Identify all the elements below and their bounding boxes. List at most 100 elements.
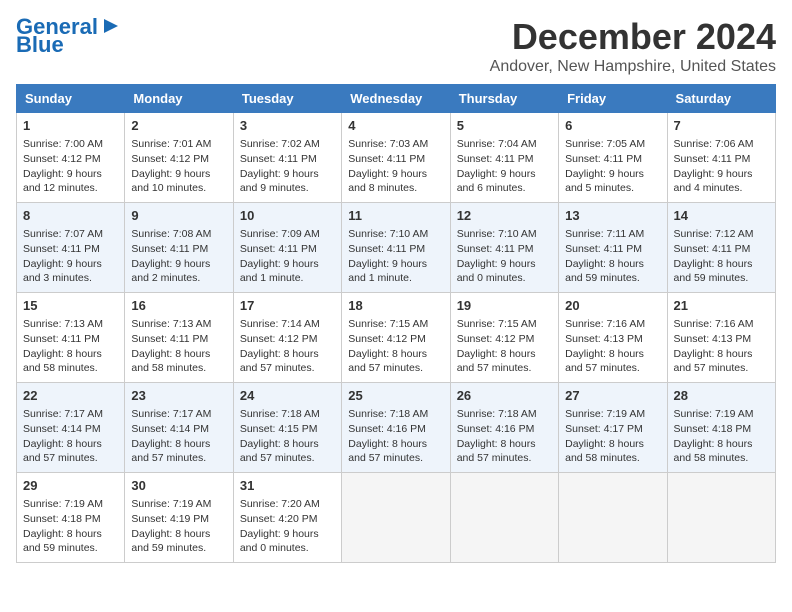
cell-content: Sunrise: 7:17 AM Sunset: 4:14 PM Dayligh… [23,407,118,466]
week-row-1: 1 Sunrise: 7:00 AM Sunset: 4:12 PM Daylig… [17,113,776,203]
calendar-cell: 6 Sunrise: 7:05 AM Sunset: 4:11 PM Daylig… [559,113,667,203]
cell-content: Sunrise: 7:05 AM Sunset: 4:11 PM Dayligh… [565,137,660,196]
calendar-cell: 9Sunrise: 7:08 AM Sunset: 4:11 PM Daylig… [125,203,233,293]
cell-content: Sunrise: 7:13 AM Sunset: 4:11 PM Dayligh… [23,317,118,376]
calendar-cell: 4 Sunrise: 7:03 AM Sunset: 4:11 PM Daylig… [342,113,450,203]
day-number: 25 [348,387,443,405]
day-number: 14 [674,207,769,225]
cell-content: Sunrise: 7:00 AM Sunset: 4:12 PM Dayligh… [23,137,118,196]
day-number: 9 [131,207,226,225]
cell-content: Sunrise: 7:19 AM Sunset: 4:18 PM Dayligh… [674,407,769,466]
header: General Blue December 2024 Andover, New … [16,16,776,76]
month-title: December 2024 [490,16,776,58]
day-number: 26 [457,387,552,405]
calendar-cell: 11 Sunrise: 7:10 AM Sunset: 4:11 PM Dayli… [342,203,450,293]
day-number: 13 [565,207,660,225]
day-number: 20 [565,297,660,315]
calendar-cell: 17 Sunrise: 7:14 AM Sunset: 4:12 PM Dayli… [233,293,341,383]
cell-content: Sunrise: 7:18 AM Sunset: 4:16 PM Dayligh… [457,407,552,466]
calendar-cell: 1 Sunrise: 7:00 AM Sunset: 4:12 PM Daylig… [17,113,125,203]
cell-content: Sunrise: 7:03 AM Sunset: 4:11 PM Dayligh… [348,137,443,196]
day-number: 18 [348,297,443,315]
day-number: 12 [457,207,552,225]
calendar-cell: 5 Sunrise: 7:04 AM Sunset: 4:11 PM Daylig… [450,113,558,203]
day-number: 4 [348,117,443,135]
calendar-cell: 24 Sunrise: 7:18 AM Sunset: 4:15 PM Dayli… [233,383,341,473]
calendar-cell [559,473,667,563]
calendar-cell: 7 Sunrise: 7:06 AM Sunset: 4:11 PM Daylig… [667,113,775,203]
title-area: December 2024 Andover, New Hampshire, Un… [490,16,776,76]
weekday-header-tuesday: Tuesday [233,85,341,113]
calendar-cell: 8Sunrise: 7:07 AM Sunset: 4:11 PM Daylig… [17,203,125,293]
calendar-table: SundayMondayTuesdayWednesdayThursdayFrid… [16,84,776,563]
cell-content: Sunrise: 7:02 AM Sunset: 4:11 PM Dayligh… [240,137,335,196]
weekday-header-wednesday: Wednesday [342,85,450,113]
calendar-cell: 18Sunrise: 7:15 AM Sunset: 4:12 PM Dayli… [342,293,450,383]
day-number: 24 [240,387,335,405]
cell-content: Sunrise: 7:04 AM Sunset: 4:11 PM Dayligh… [457,137,552,196]
calendar-cell: 27Sunrise: 7:19 AM Sunset: 4:17 PM Dayli… [559,383,667,473]
weekday-header-saturday: Saturday [667,85,775,113]
cell-content: Sunrise: 7:06 AM Sunset: 4:11 PM Dayligh… [674,137,769,196]
cell-content: Sunrise: 7:20 AM Sunset: 4:20 PM Dayligh… [240,497,335,556]
cell-content: Sunrise: 7:18 AM Sunset: 4:15 PM Dayligh… [240,407,335,466]
week-row-3: 15 Sunrise: 7:13 AM Sunset: 4:11 PM Dayli… [17,293,776,383]
calendar-body: 1 Sunrise: 7:00 AM Sunset: 4:12 PM Daylig… [17,113,776,563]
week-row-2: 8Sunrise: 7:07 AM Sunset: 4:11 PM Daylig… [17,203,776,293]
calendar-cell: 28 Sunrise: 7:19 AM Sunset: 4:18 PM Dayli… [667,383,775,473]
location-title: Andover, New Hampshire, United States [490,58,776,76]
calendar-cell: 30Sunrise: 7:19 AM Sunset: 4:19 PM Dayli… [125,473,233,563]
day-number: 15 [23,297,118,315]
day-number: 7 [674,117,769,135]
calendar-cell [450,473,558,563]
calendar-cell [342,473,450,563]
calendar-cell: 23Sunrise: 7:17 AM Sunset: 4:14 PM Dayli… [125,383,233,473]
calendar-cell: 21Sunrise: 7:16 AM Sunset: 4:13 PM Dayli… [667,293,775,383]
calendar-cell: 2 Sunrise: 7:01 AM Sunset: 4:12 PM Daylig… [125,113,233,203]
cell-content: Sunrise: 7:13 AM Sunset: 4:11 PM Dayligh… [131,317,226,376]
calendar-cell: 22 Sunrise: 7:17 AM Sunset: 4:14 PM Dayli… [17,383,125,473]
weekday-header-monday: Monday [125,85,233,113]
logo-arrow-icon [100,15,122,37]
weekday-header-row: SundayMondayTuesdayWednesdayThursdayFrid… [17,85,776,113]
day-number: 2 [131,117,226,135]
cell-content: Sunrise: 7:07 AM Sunset: 4:11 PM Dayligh… [23,227,118,286]
week-row-5: 29Sunrise: 7:19 AM Sunset: 4:18 PM Dayli… [17,473,776,563]
day-number: 17 [240,297,335,315]
day-number: 5 [457,117,552,135]
calendar-cell: 3Sunrise: 7:02 AM Sunset: 4:11 PM Daylig… [233,113,341,203]
day-number: 10 [240,207,335,225]
day-number: 27 [565,387,660,405]
week-row-4: 22 Sunrise: 7:17 AM Sunset: 4:14 PM Dayli… [17,383,776,473]
weekday-header-friday: Friday [559,85,667,113]
day-number: 1 [23,117,118,135]
day-number: 21 [674,297,769,315]
cell-content: Sunrise: 7:19 AM Sunset: 4:18 PM Dayligh… [23,497,118,556]
calendar-cell: 26 Sunrise: 7:18 AM Sunset: 4:16 PM Dayli… [450,383,558,473]
day-number: 6 [565,117,660,135]
day-number: 19 [457,297,552,315]
calendar-cell: 15 Sunrise: 7:13 AM Sunset: 4:11 PM Dayli… [17,293,125,383]
logo-blue-text: Blue [16,34,64,56]
cell-content: Sunrise: 7:19 AM Sunset: 4:19 PM Dayligh… [131,497,226,556]
day-number: 11 [348,207,443,225]
calendar-cell: 29Sunrise: 7:19 AM Sunset: 4:18 PM Dayli… [17,473,125,563]
cell-content: Sunrise: 7:12 AM Sunset: 4:11 PM Dayligh… [674,227,769,286]
cell-content: Sunrise: 7:18 AM Sunset: 4:16 PM Dayligh… [348,407,443,466]
day-number: 22 [23,387,118,405]
cell-content: Sunrise: 7:14 AM Sunset: 4:12 PM Dayligh… [240,317,335,376]
calendar-cell: 31Sunrise: 7:20 AM Sunset: 4:20 PM Dayli… [233,473,341,563]
calendar-cell: 16Sunrise: 7:13 AM Sunset: 4:11 PM Dayli… [125,293,233,383]
calendar-cell: 14 Sunrise: 7:12 AM Sunset: 4:11 PM Dayli… [667,203,775,293]
weekday-header-thursday: Thursday [450,85,558,113]
calendar-cell: 20Sunrise: 7:16 AM Sunset: 4:13 PM Dayli… [559,293,667,383]
cell-content: Sunrise: 7:09 AM Sunset: 4:11 PM Dayligh… [240,227,335,286]
calendar-cell [667,473,775,563]
cell-content: Sunrise: 7:11 AM Sunset: 4:11 PM Dayligh… [565,227,660,286]
calendar-cell: 10 Sunrise: 7:09 AM Sunset: 4:11 PM Dayli… [233,203,341,293]
cell-content: Sunrise: 7:10 AM Sunset: 4:11 PM Dayligh… [348,227,443,286]
cell-content: Sunrise: 7:01 AM Sunset: 4:12 PM Dayligh… [131,137,226,196]
calendar-cell: 19Sunrise: 7:15 AM Sunset: 4:12 PM Dayli… [450,293,558,383]
day-number: 28 [674,387,769,405]
calendar-cell: 13 Sunrise: 7:11 AM Sunset: 4:11 PM Dayli… [559,203,667,293]
